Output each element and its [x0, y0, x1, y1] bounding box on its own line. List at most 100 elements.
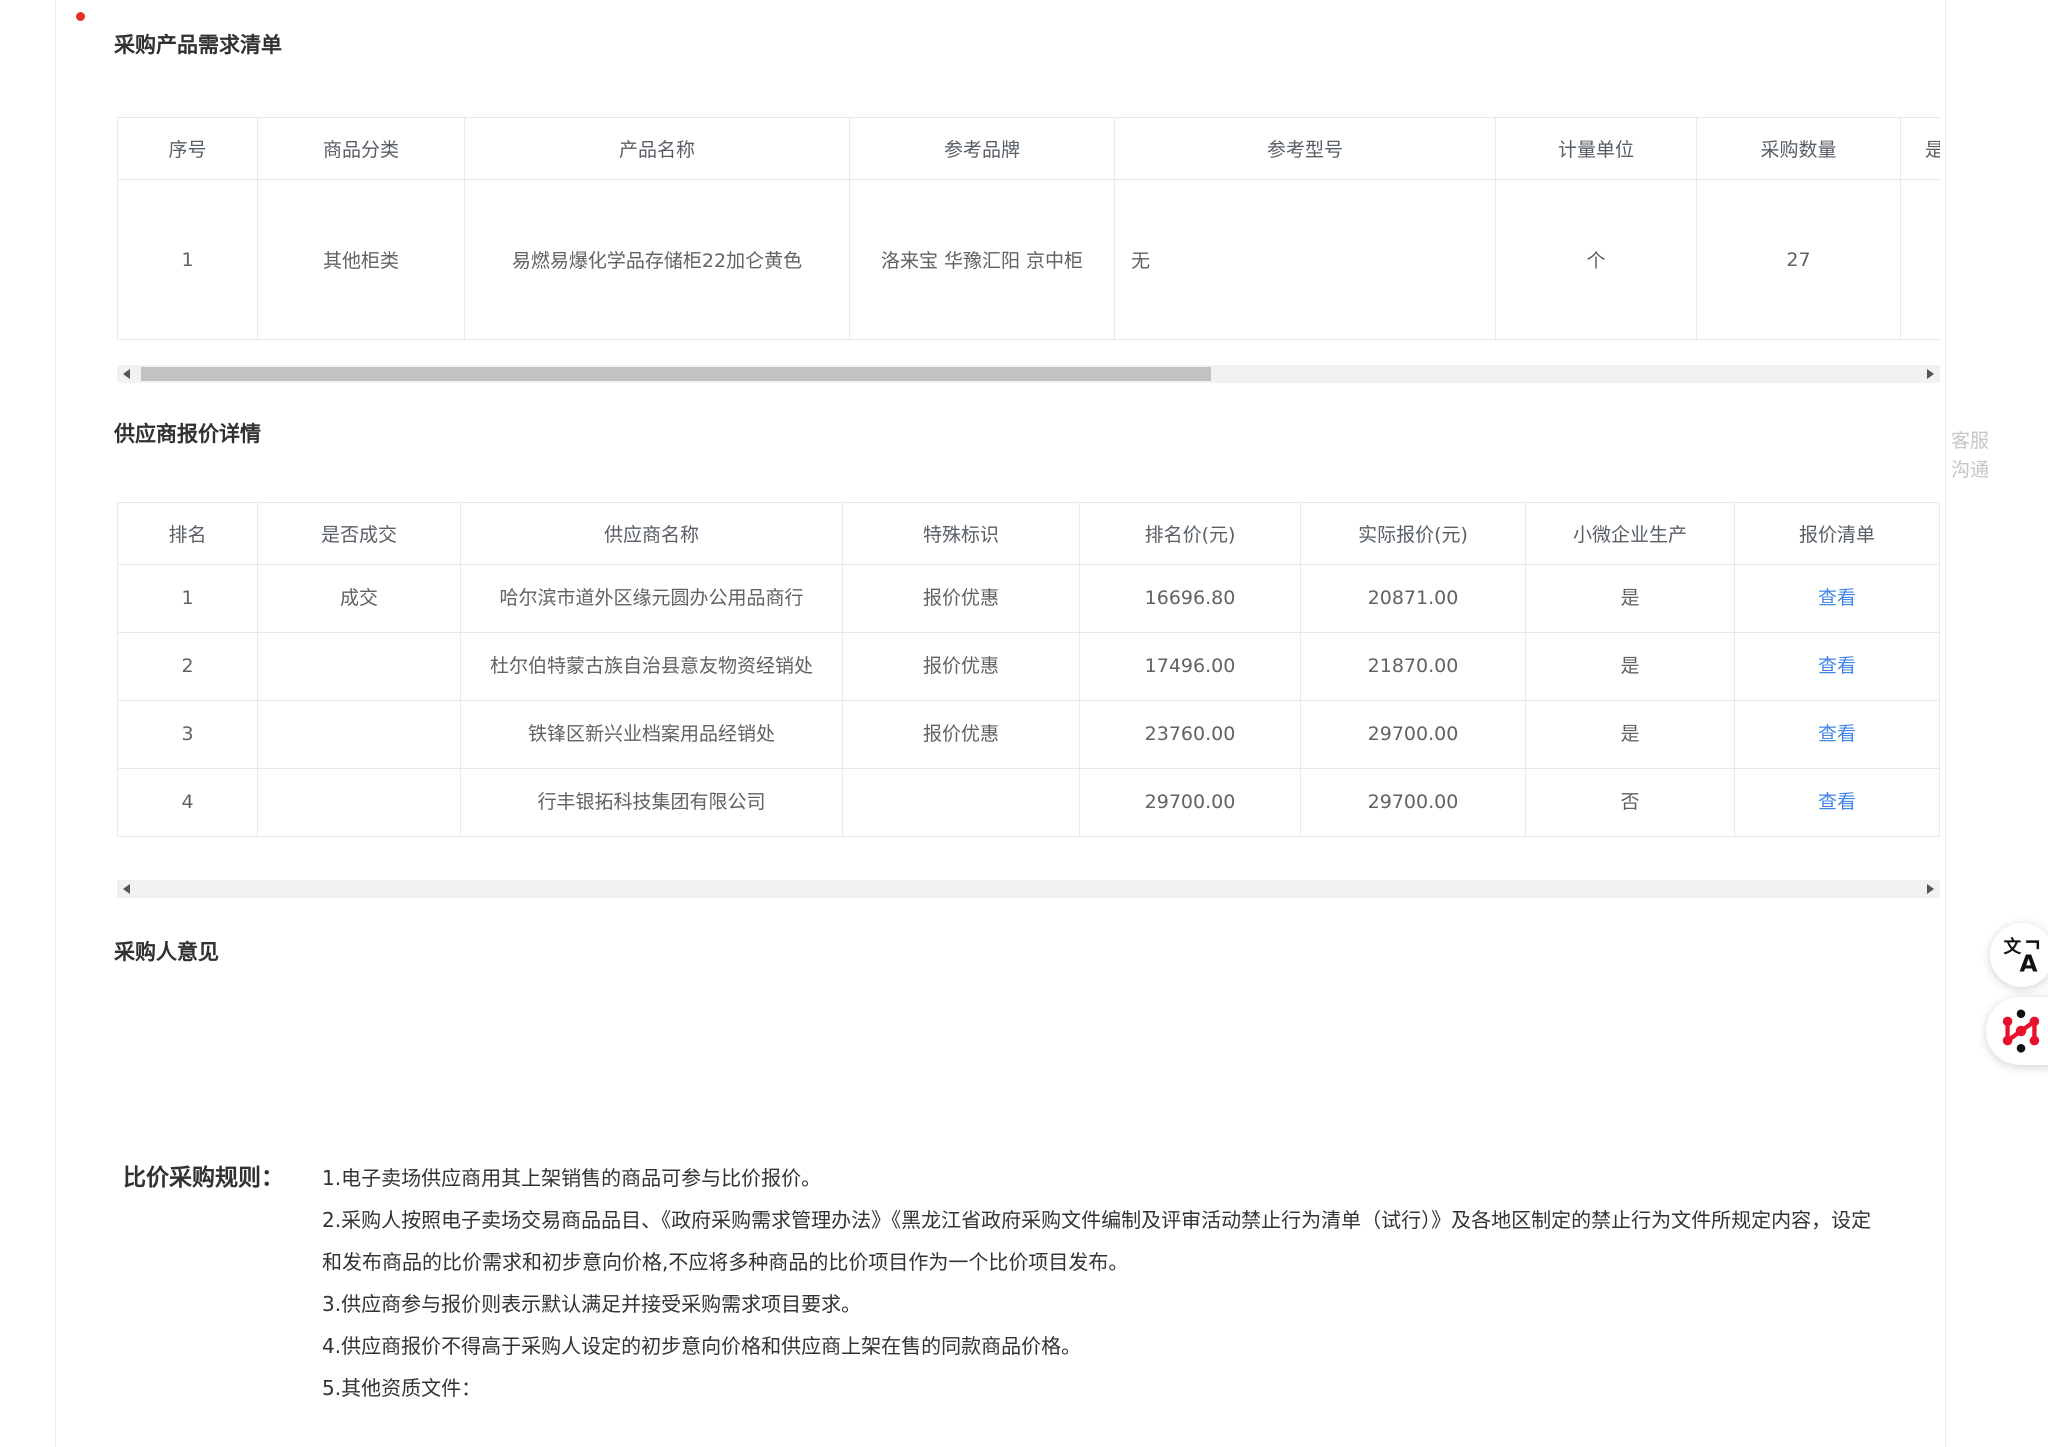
customer-service-line2: 沟通 — [1951, 456, 1995, 485]
customer-service-line1: 客服 — [1951, 427, 1995, 456]
product-demand-table: 序号商品分类产品名称参考品牌参考型号计量单位采购数量是 1其他柜类易燃易爆化学品… — [117, 117, 1940, 340]
table-cell: 查看 — [1735, 769, 1940, 837]
section-title-product-list: 采购产品需求清单 — [114, 31, 282, 59]
table-row: 2 杜尔伯特蒙古族自治县意友物资经销处报价优惠17496.0021870.00是 查… — [118, 633, 1940, 701]
rule-item: 2.采购人按照电子卖场交易商品品目、《政府采购需求管理办法》《黑龙江省政府采购文… — [322, 1199, 1884, 1283]
table-cell — [258, 769, 461, 837]
column-header: 商品分类 — [258, 118, 465, 180]
procurement-detail-page: 采购产品需求清单 序号商品分类产品名称参考品牌参考型号计量单位采购数量是 1其他… — [0, 0, 2048, 1447]
column-header: 小微企业生产 — [1526, 503, 1735, 565]
table-cell: 杜尔伯特蒙古族自治县意友物资经销处 — [461, 633, 843, 701]
table-cell: 哈尔滨市道外区缘元圆办公用品商行 — [461, 565, 843, 633]
table-header-row: 序号商品分类产品名称参考品牌参考型号计量单位采购数量是 — [118, 118, 1941, 180]
table-row: 1成交哈尔滨市道外区缘元圆办公用品商行报价优惠16696.8020871.00是… — [118, 565, 1940, 633]
scroll-right-arrow-icon[interactable] — [1927, 369, 1934, 379]
table-cell — [843, 769, 1080, 837]
column-header: 供应商名称 — [461, 503, 843, 565]
view-quote-link[interactable]: 查看 — [1818, 723, 1856, 745]
table-cell: 其他柜类 — [258, 180, 465, 340]
table-cell: 报价优惠 — [843, 633, 1080, 701]
table-cell: 16696.80 — [1080, 565, 1301, 633]
view-quote-link[interactable]: 查看 — [1818, 655, 1856, 677]
rule-item: 1.电子卖场供应商用其上架销售的商品可参与比价报价。 — [322, 1157, 1884, 1199]
quote-table-scroll-area: 排名是否成交供应商名称特殊标识排名价(元)实际报价(元)小微企业生产报价清单 1… — [117, 502, 1940, 860]
rule-item: 5.其他资质文件： — [322, 1367, 1884, 1409]
customer-service-tab[interactable]: 客服 沟通 — [1951, 427, 1995, 485]
table-cell: 23760.00 — [1080, 701, 1301, 769]
table-cell: 2 — [118, 633, 258, 701]
scroll-right-arrow-icon[interactable] — [1927, 884, 1934, 894]
table-cell: 1 — [118, 565, 258, 633]
table-cell: 无 — [1115, 180, 1496, 340]
table-cell: 报价优惠 — [843, 701, 1080, 769]
table-cell: 个 — [1496, 180, 1697, 340]
section-title-purchaser-opinion: 采购人意见 — [114, 938, 219, 966]
table-cell: 27 — [1697, 180, 1901, 340]
table-cell: 洛来宝 华豫汇阳 京中柜 — [850, 180, 1115, 340]
table-cell: 行丰银拓科技集团有限公司 — [461, 769, 843, 837]
column-header: 参考品牌 — [850, 118, 1115, 180]
column-header: 序号 — [118, 118, 258, 180]
rule-item: 3.供应商参与报价则表示默认满足并接受采购需求项目要求。 — [322, 1283, 1884, 1325]
product-table-hscrollbar[interactable] — [117, 365, 1940, 383]
table-cell: 否 — [1526, 769, 1735, 837]
scrollbar-thumb[interactable] — [141, 367, 1211, 381]
rule-item: 4.供应商报价不得高于采购人设定的初步意向价格和供应商上架在售的同款商品价格。 — [322, 1325, 1884, 1367]
quote-table-hscrollbar[interactable] — [117, 880, 1940, 898]
column-header: 特殊标识 — [843, 503, 1080, 565]
column-header: 采购数量 — [1697, 118, 1901, 180]
rules-label: 比价采购规则： — [123, 1157, 284, 1199]
translate-icon: 文 A — [2002, 935, 2042, 975]
column-header: 排名 — [118, 503, 258, 565]
column-header: 实际报价(元) — [1301, 503, 1526, 565]
section-title-supplier-quotes: 供应商报价详情 — [114, 420, 261, 448]
card-left-border — [55, 0, 56, 1447]
table-cell — [258, 701, 461, 769]
table-cell: 29700.00 — [1080, 769, 1301, 837]
table-cell: 报价优惠 — [843, 565, 1080, 633]
table-cell: 3 — [118, 701, 258, 769]
table-cell: 查看 — [1735, 633, 1940, 701]
svg-text:A: A — [2020, 950, 2038, 975]
table-cell: 是 — [1526, 701, 1735, 769]
table-cell: 4 — [118, 769, 258, 837]
table-cell: 17496.00 — [1080, 633, 1301, 701]
table-cell: 1 — [118, 180, 258, 340]
network-molecule-icon — [1998, 1008, 2044, 1054]
table-row: 3 铁锋区新兴业档案用品经销处报价优惠23760.0029700.00是 查看 — [118, 701, 1940, 769]
column-header: 排名价(元) — [1080, 503, 1301, 565]
column-header: 报价清单 — [1735, 503, 1940, 565]
column-header: 是 — [1901, 118, 1941, 180]
translate-button[interactable]: 文 A — [1990, 923, 2048, 987]
table-cell: 是 — [1526, 633, 1735, 701]
column-header: 计量单位 — [1496, 118, 1697, 180]
column-header: 是否成交 — [258, 503, 461, 565]
supplier-quote-table: 排名是否成交供应商名称特殊标识排名价(元)实际报价(元)小微企业生产报价清单 1… — [117, 502, 1940, 837]
scroll-left-arrow-icon[interactable] — [123, 369, 130, 379]
table-cell: 成交 — [258, 565, 461, 633]
table-header-row: 排名是否成交供应商名称特殊标识排名价(元)实际报价(元)小微企业生产报价清单 — [118, 503, 1940, 565]
red-marker-dot — [76, 12, 85, 21]
table-row: 4行丰银拓科技集团有限公司29700.0029700.00否查看 — [118, 769, 1940, 837]
table-cell: 查看 — [1735, 701, 1940, 769]
table-cell: 查看 — [1735, 565, 1940, 633]
card-right-border — [1945, 0, 1946, 1447]
table-cell — [1901, 180, 1941, 340]
product-table-scroll-area: 序号商品分类产品名称参考品牌参考型号计量单位采购数量是 1其他柜类易燃易爆化学品… — [117, 117, 1940, 342]
view-quote-link[interactable]: 查看 — [1818, 791, 1856, 813]
rules-list: 1.电子卖场供应商用其上架销售的商品可参与比价报价。2.采购人按照电子卖场交易商… — [322, 1157, 1884, 1409]
table-cell: 29700.00 — [1301, 769, 1526, 837]
table-cell: 是 — [1526, 565, 1735, 633]
scroll-left-arrow-icon[interactable] — [123, 884, 130, 894]
column-header: 产品名称 — [465, 118, 850, 180]
column-header: 参考型号 — [1115, 118, 1496, 180]
table-cell: 21870.00 — [1301, 633, 1526, 701]
table-cell: 铁锋区新兴业档案用品经销处 — [461, 701, 843, 769]
view-quote-link[interactable]: 查看 — [1818, 587, 1856, 609]
table-cell — [258, 633, 461, 701]
table-cell: 易燃易爆化学品存储柜22加仑黄色 — [465, 180, 850, 340]
network-plugin-button[interactable] — [1986, 997, 2048, 1065]
table-cell: 20871.00 — [1301, 565, 1526, 633]
table-row: 1其他柜类易燃易爆化学品存储柜22加仑黄色洛来宝 华豫汇阳 京中柜无个27 — [118, 180, 1941, 340]
table-cell: 29700.00 — [1301, 701, 1526, 769]
